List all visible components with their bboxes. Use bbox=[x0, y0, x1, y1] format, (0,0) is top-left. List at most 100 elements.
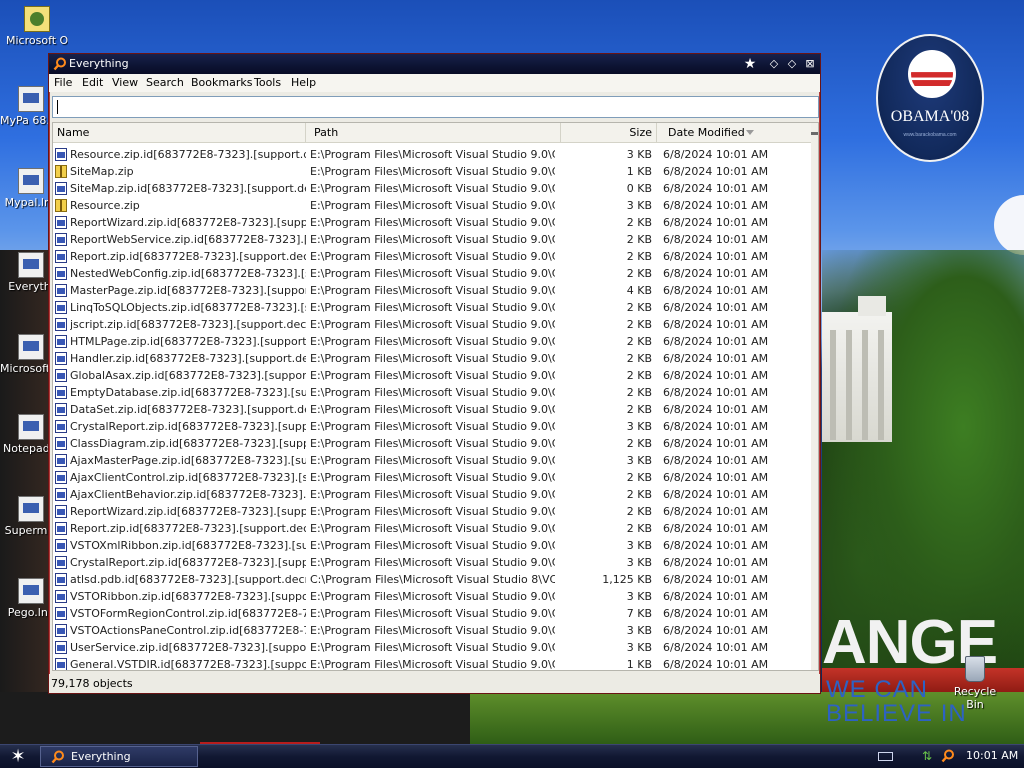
search-input[interactable] bbox=[52, 96, 819, 118]
title-bar[interactable]: Everything ★ ◇ ◇ ⊠ bbox=[49, 54, 820, 74]
keyboard-icon[interactable] bbox=[878, 752, 893, 761]
column-header-size[interactable]: Size bbox=[561, 123, 657, 143]
table-row[interactable]: ClassDiagram.zip.id[683772E8-7323].[supp… bbox=[53, 435, 811, 452]
table-row[interactable]: VSTORibbon.zip.id[683772E8-7323].[suppor… bbox=[53, 588, 811, 605]
menu-edit[interactable]: Edit bbox=[82, 76, 103, 89]
system-clock[interactable]: 10:01 AM bbox=[966, 749, 1018, 762]
cell-path: C:\Program Files\Microsoft Visual Studio… bbox=[310, 573, 555, 586]
table-row[interactable]: MasterPage.zip.id[683772E8-7323].[suppor… bbox=[53, 282, 811, 299]
menu-tools[interactable]: Tools bbox=[254, 76, 281, 89]
cell-size: 2 KB bbox=[626, 233, 652, 246]
table-row[interactable]: ReportWizard.zip.id[683772E8-7323].[supp… bbox=[53, 503, 811, 520]
shortcut-file-icon bbox=[18, 86, 44, 112]
cell-path: E:\Program Files\Microsoft Visual Studio… bbox=[310, 590, 555, 603]
table-row[interactable]: UserService.zip.id[683772E8-7323].[suppo… bbox=[53, 639, 811, 656]
table-row[interactable]: atlsd.pdb.id[683772E8-7323].[support.dec… bbox=[53, 571, 811, 588]
cell-date-modified: 6/8/2024 10:01 AM bbox=[663, 386, 769, 399]
taskbar-button-everything[interactable]: Everything bbox=[40, 746, 198, 767]
table-row[interactable]: Report.zip.id[683772E8-7323].[support.de… bbox=[53, 248, 811, 265]
scrollbar-thumb[interactable] bbox=[811, 132, 818, 135]
table-row[interactable]: General.VSTDIR.id[683772E8-7323].[suppor… bbox=[53, 656, 811, 670]
cell-name: VSTORibbon.zip.id[683772E8-7323].[suppor… bbox=[70, 590, 306, 603]
file-icon bbox=[55, 556, 67, 569]
table-row[interactable]: Resource.zip.id[683772E8-7323].[support.… bbox=[53, 146, 811, 163]
cell-name: GlobalAsax.zip.id[683772E8-7323].[suppor… bbox=[70, 369, 306, 382]
cell-size: 2 KB bbox=[626, 471, 652, 484]
cell-name: VSTOActionsPaneControl.zip.id[683772E8-7… bbox=[70, 624, 306, 637]
cell-name: ReportWizard.zip.id[683772E8-7323].[supp… bbox=[70, 216, 306, 229]
cell-name: LinqToSQLObjects.zip.id[683772E8-7323].[… bbox=[70, 301, 306, 314]
table-row[interactable]: SiteMap.zip E:\Program Files\Microsoft Vi… bbox=[53, 163, 811, 180]
cell-size: 0 KB bbox=[626, 182, 652, 195]
cell-name: jscript.zip.id[683772E8-7323].[support.d… bbox=[70, 318, 306, 331]
obama-logo-url: www.barackobama.com bbox=[903, 132, 957, 138]
menu-bookmarks[interactable]: Bookmarks bbox=[191, 76, 252, 89]
pin-star-icon[interactable]: ★ bbox=[743, 57, 757, 71]
table-row[interactable]: AjaxMasterPage.zip.id[683772E8-7323].[su… bbox=[53, 452, 811, 469]
cell-name: Resource.zip bbox=[70, 199, 140, 212]
wallpaper-column bbox=[830, 330, 836, 440]
start-star-icon[interactable]: ✶ bbox=[6, 746, 30, 767]
cell-size: 1,125 KB bbox=[602, 573, 652, 586]
wallpaper-column bbox=[846, 330, 852, 440]
everything-tray-icon[interactable] bbox=[941, 749, 955, 763]
column-header-path[interactable]: Path bbox=[306, 123, 561, 143]
column-header-date-modified[interactable]: Date Modified bbox=[657, 123, 811, 143]
table-row[interactable]: Resource.zip E:\Program Files\Microsoft V… bbox=[53, 197, 811, 214]
shortcut-file-icon bbox=[18, 496, 44, 522]
cell-name: VSTOFormRegionControl.zip.id[683772E8-73… bbox=[70, 607, 306, 620]
table-row[interactable]: Handler.zip.id[683772E8-7323].[support.d… bbox=[53, 350, 811, 367]
table-row[interactable]: EmptyDatabase.zip.id[683772E8-7323].[sup… bbox=[53, 384, 811, 401]
table-row[interactable]: Report.zip.id[683772E8-7323].[support.de… bbox=[53, 520, 811, 537]
table-row[interactable]: CrystalReport.zip.id[683772E8-7323].[sup… bbox=[53, 418, 811, 435]
desktop-icon-outlook[interactable]: Microsoft Outlo bbox=[6, 6, 68, 47]
obama-logo: OBAMA'08 www.barackobama.com bbox=[876, 34, 984, 162]
cell-path: E:\Program Files\Microsoft Visual Studio… bbox=[310, 539, 555, 552]
cell-name: SiteMap.zip.id[683772E8-7323].[support.d… bbox=[70, 182, 306, 195]
cell-path: E:\Program Files\Microsoft Visual Studio… bbox=[310, 454, 555, 467]
cell-size: 2 KB bbox=[626, 522, 652, 535]
table-row[interactable]: NestedWebConfig.zip.id[683772E8-7323].[s… bbox=[53, 265, 811, 282]
table-row[interactable]: SiteMap.zip.id[683772E8-7323].[support.d… bbox=[53, 180, 811, 197]
table-row[interactable]: AjaxClientControl.zip.id[683772E8-7323].… bbox=[53, 469, 811, 486]
cell-name: AjaxClientControl.zip.id[683772E8-7323].… bbox=[70, 471, 306, 484]
table-row[interactable]: jscript.zip.id[683772E8-7323].[support.d… bbox=[53, 316, 811, 333]
close-button[interactable]: ⊠ bbox=[803, 57, 817, 71]
maximize-button[interactable]: ◇ bbox=[785, 57, 799, 71]
table-row[interactable]: AjaxClientBehavior.zip.id[683772E8-7323]… bbox=[53, 486, 811, 503]
results-list[interactable]: Name Path Size Date Modified Resource.zi… bbox=[52, 122, 819, 671]
cell-path: E:\Program Files\Microsoft Visual Studio… bbox=[310, 250, 555, 263]
menu-view[interactable]: View bbox=[112, 76, 138, 89]
cell-size: 2 KB bbox=[626, 352, 652, 365]
wallpaper-column bbox=[878, 330, 884, 440]
menu-search[interactable]: Search bbox=[146, 76, 184, 89]
cell-date-modified: 6/8/2024 10:01 AM bbox=[663, 284, 769, 297]
results-rows: Resource.zip.id[683772E8-7323].[support.… bbox=[53, 146, 811, 670]
cell-path: E:\Program Files\Microsoft Visual Studio… bbox=[310, 267, 555, 280]
file-icon bbox=[55, 267, 67, 280]
table-row[interactable]: VSTOActionsPaneControl.zip.id[683772E8-7… bbox=[53, 622, 811, 639]
table-row[interactable]: DataSet.zip.id[683772E8-7323].[support.d… bbox=[53, 401, 811, 418]
table-row[interactable]: ReportWebService.zip.id[683772E8-7323].[… bbox=[53, 231, 811, 248]
network-icon[interactable]: ⇅ bbox=[922, 749, 934, 763]
table-row[interactable]: GlobalAsax.zip.id[683772E8-7323].[suppor… bbox=[53, 367, 811, 384]
table-row[interactable]: ReportWizard.zip.id[683772E8-7323].[supp… bbox=[53, 214, 811, 231]
table-row[interactable]: HTMLPage.zip.id[683772E8-7323].[support.… bbox=[53, 333, 811, 350]
cell-date-modified: 6/8/2024 10:01 AM bbox=[663, 505, 769, 518]
table-row[interactable]: CrystalReport.zip.id[683772E8-7323].[sup… bbox=[53, 554, 811, 571]
file-icon bbox=[55, 318, 67, 331]
table-row[interactable]: LinqToSQLObjects.zip.id[683772E8-7323].[… bbox=[53, 299, 811, 316]
desktop-icon-recycle-bin[interactable]: Recycle Bin bbox=[944, 656, 1006, 711]
minimize-button[interactable]: ◇ bbox=[767, 57, 781, 71]
cell-date-modified: 6/8/2024 10:01 AM bbox=[663, 454, 769, 467]
column-header-name[interactable]: Name bbox=[53, 123, 306, 143]
menu-help[interactable]: Help bbox=[291, 76, 316, 89]
cell-name: ReportWizard.zip.id[683772E8-7323].[supp… bbox=[70, 505, 306, 518]
file-icon bbox=[55, 573, 67, 586]
cell-date-modified: 6/8/2024 10:01 AM bbox=[663, 301, 769, 314]
shortcut-file-icon bbox=[18, 252, 44, 278]
table-row[interactable]: VSTOXmlRibbon.zip.id[683772E8-7323].[sup… bbox=[53, 537, 811, 554]
menu-file[interactable]: File bbox=[54, 76, 72, 89]
table-row[interactable]: VSTOFormRegionControl.zip.id[683772E8-73… bbox=[53, 605, 811, 622]
vertical-scrollbar[interactable] bbox=[811, 123, 818, 670]
